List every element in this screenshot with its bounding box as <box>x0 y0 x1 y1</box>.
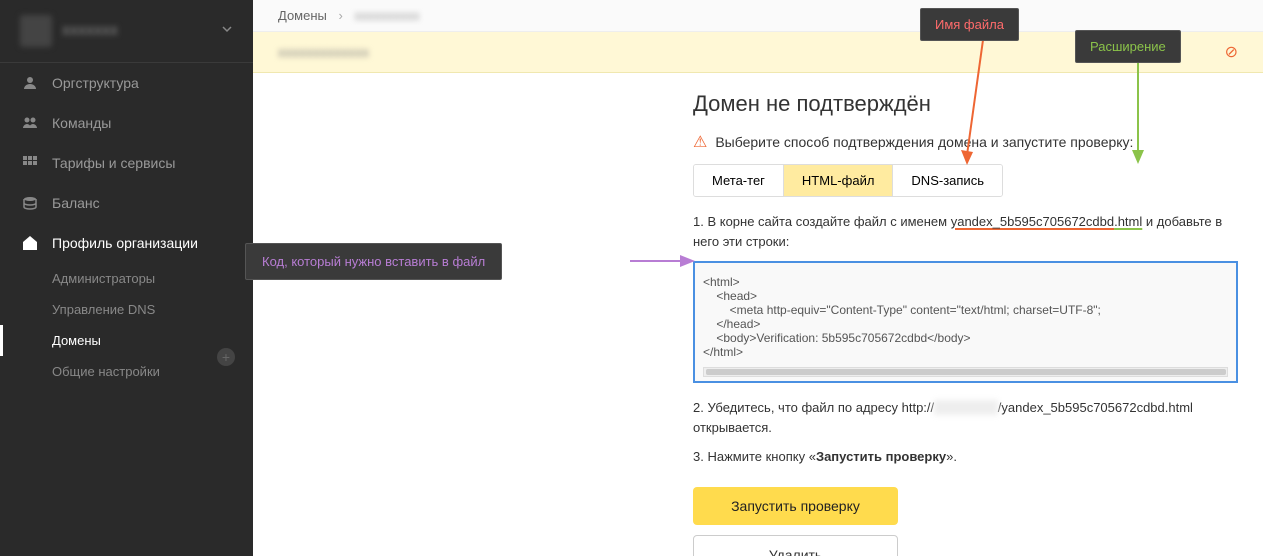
step3-suffix: ». <box>946 449 957 464</box>
org-name: xxxxxxx <box>62 22 221 40</box>
horizontal-scrollbar[interactable] <box>703 367 1228 377</box>
scrollbar-thumb[interactable] <box>706 369 1226 375</box>
arrow-red-icon <box>965 40 985 171</box>
sidebar: xxxxxxx Оргструктура Команды Тарифы и се… <box>0 0 253 556</box>
grid-icon <box>20 153 40 173</box>
step-2: 2. Убедитесь, что файл по адресу http://… <box>693 398 1238 437</box>
sub-label: Управление DNS <box>52 302 155 317</box>
code-content: <html> <head> <meta http-equiv="Content-… <box>703 275 1228 359</box>
org-selector[interactable]: xxxxxxx <box>0 0 253 63</box>
sub-label: Общие настройки <box>52 364 160 379</box>
step1-prefix: 1. В корне сайта создайте файл с именем <box>693 214 951 229</box>
breadcrumb: Домены › xxxxxxxxxx <box>253 0 1263 32</box>
alert-text: Выберите способ подтверждения домена и з… <box>715 134 1133 150</box>
step3-prefix: 3. Нажмите кнопку « <box>693 449 816 464</box>
run-check-button[interactable]: Запустить проверку <box>693 487 898 525</box>
filename-ext: .html <box>1114 214 1142 229</box>
callout-extension: Расширение <box>1075 30 1181 63</box>
tab-dns[interactable]: DNS-запись <box>893 165 1002 196</box>
sidebar-subitem-domains[interactable]: Домены + <box>0 325 253 356</box>
warning-text: xxxxxxxxxxxxx <box>278 44 369 60</box>
step2-prefix: 2. Убедитесь, что файл по адресу http:// <box>693 400 934 415</box>
sidebar-subitem-admins[interactable]: Администраторы <box>0 263 253 294</box>
sidebar-subitem-general[interactable]: Общие настройки <box>0 356 253 387</box>
sidebar-item-balance[interactable]: Баланс <box>0 183 253 223</box>
wallet-icon <box>20 193 40 213</box>
sidebar-item-tariffs[interactable]: Тарифы и сервисы <box>0 143 253 183</box>
user-icon <box>20 73 40 93</box>
warning-icon: ⊘ <box>1225 42 1238 62</box>
team-icon <box>20 113 40 133</box>
alert-icon: ⚠ <box>693 132 707 152</box>
sidebar-item-orgstructure[interactable]: Оргструктура <box>0 63 253 103</box>
sub-label: Домены <box>52 333 101 348</box>
filename-stem: yandex_5b595c705672cdbd <box>951 214 1114 229</box>
sub-label: Администраторы <box>52 271 155 286</box>
step-3: 3. Нажмите кнопку «Запустить проверку». <box>693 447 1238 467</box>
nav-label: Профиль организации <box>52 235 198 251</box>
nav-label: Команды <box>52 115 111 131</box>
home-icon <box>20 233 40 253</box>
code-box[interactable]: <html> <head> <meta http-equiv="Content-… <box>693 261 1238 383</box>
nav-label: Оргструктура <box>52 75 139 91</box>
tab-html[interactable]: HTML-файл <box>784 165 894 196</box>
sidebar-item-profile[interactable]: Профиль организации <box>0 223 253 263</box>
org-avatar <box>20 15 52 47</box>
step-1: 1. В корне сайта создайте файл с именем … <box>693 212 1238 251</box>
chevron-down-icon <box>221 22 233 40</box>
sidebar-item-teams[interactable]: Команды <box>0 103 253 143</box>
chevron-right-icon: › <box>339 8 343 23</box>
breadcrumb-current: xxxxxxxxxx <box>354 8 419 23</box>
callout-filename: Имя файла <box>920 8 1019 41</box>
step3-bold: Запустить проверку <box>816 449 946 464</box>
nav-label: Тарифы и сервисы <box>52 155 175 171</box>
callout-code: Код, который нужно вставить в файл <box>245 243 502 280</box>
delete-button[interactable]: Удалить <box>693 535 898 556</box>
verification-tabs: Мета-тег HTML-файл DNS-запись <box>693 164 1003 197</box>
tab-meta[interactable]: Мета-тег <box>694 165 784 196</box>
sidebar-subitem-dns[interactable]: Управление DNS <box>0 294 253 325</box>
arrow-purple-icon <box>630 250 695 273</box>
arrow-green-icon <box>1133 62 1143 170</box>
step2-domain-blur <box>934 400 998 415</box>
nav-label: Баланс <box>52 195 100 211</box>
breadcrumb-root[interactable]: Домены <box>278 8 327 23</box>
